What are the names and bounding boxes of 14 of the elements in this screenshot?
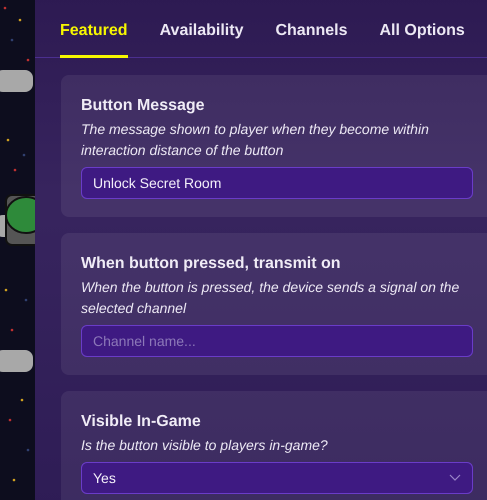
setting-description: The message shown to player when they become within interaction distance of the button xyxy=(81,120,430,160)
setting-title: Button Message xyxy=(81,97,206,115)
setting-title: Visible In-Game xyxy=(81,413,202,431)
setting-description: When the button is pressed, the device sends a signal on the selected channel xyxy=(81,278,460,318)
dropdown[interactable]: Yes xyxy=(81,462,473,494)
tab[interactable]: Availability xyxy=(160,20,244,58)
text-field[interactable]: Channel name... xyxy=(81,325,473,357)
tab[interactable]: Featured xyxy=(60,20,128,58)
setting-description: Is the button visible to players in-game? xyxy=(81,436,329,455)
setting-title: When button pressed, transmit on xyxy=(81,255,342,273)
tab[interactable]: Channels xyxy=(275,20,348,58)
chevron-down-icon xyxy=(449,474,461,482)
text-field[interactable]: Unlock Secret Room xyxy=(81,167,473,199)
tab[interactable]: All Options xyxy=(379,20,465,58)
